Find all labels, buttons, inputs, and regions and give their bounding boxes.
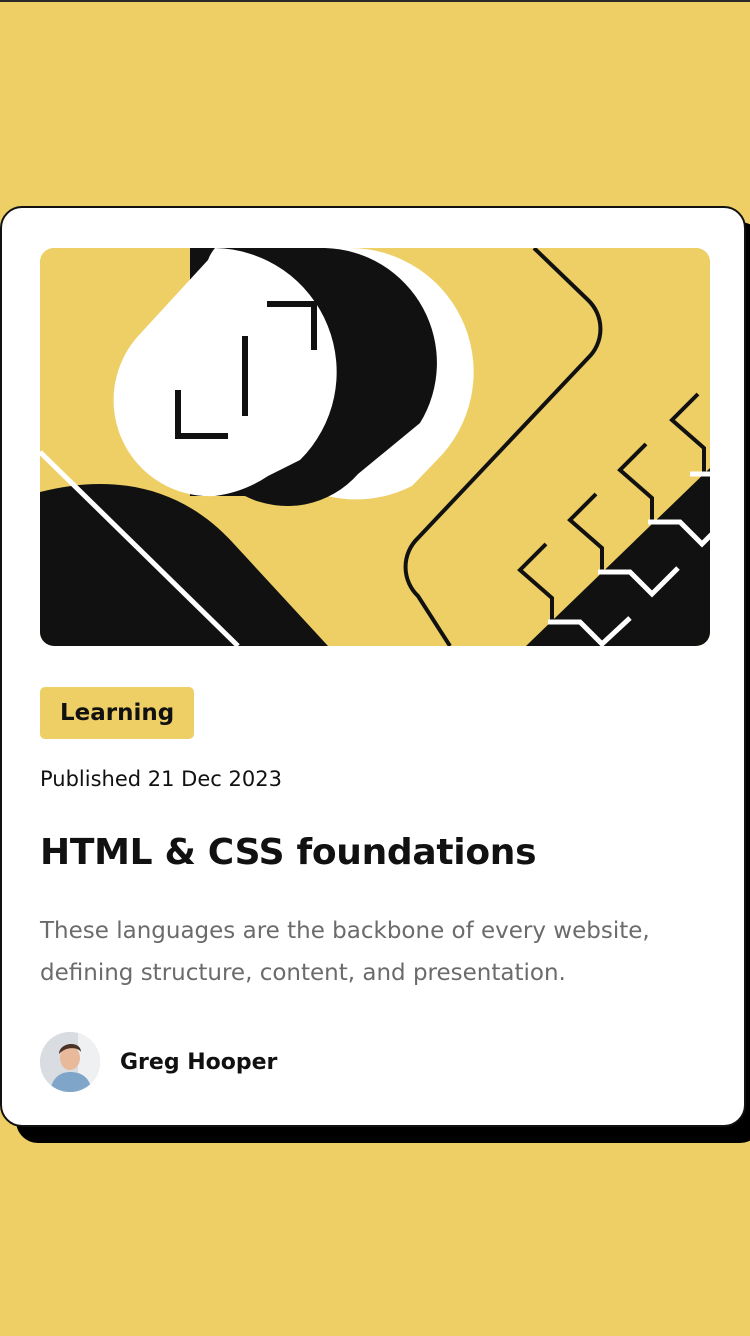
blog-preview-card[interactable]: Learning Published 21 Dec 2023 HTML & CS… xyxy=(0,206,746,1127)
author-avatar xyxy=(40,1032,100,1092)
card-title[interactable]: HTML & CSS foundations xyxy=(40,826,537,880)
publish-date: Published 21 Dec 2023 xyxy=(40,767,282,791)
category-tag: Learning xyxy=(40,687,195,739)
top-edge-line xyxy=(0,0,750,2)
illustration-image xyxy=(40,248,710,646)
card-description: These languages are the backbone of ever… xyxy=(40,918,650,986)
author-block: Greg Hooper xyxy=(40,1032,277,1092)
author-name: Greg Hooper xyxy=(120,1049,278,1075)
